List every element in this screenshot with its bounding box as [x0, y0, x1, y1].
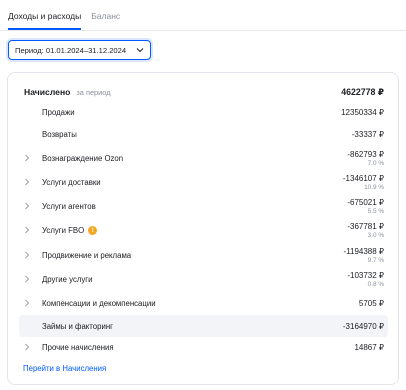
- chevron-right-icon[interactable]: [24, 154, 34, 162]
- accrual-row-text: Продажи: [42, 107, 75, 117]
- accrual-percent: 9.7 %: [367, 256, 384, 264]
- accrual-amount: -367781 ₽: [347, 221, 384, 231]
- accrual-row[interactable]: Продвижение и реклама -1194388 ₽9.7 %: [19, 244, 388, 266]
- accrual-percent: 5.5 %: [367, 207, 384, 215]
- chevron-right-icon[interactable]: [24, 275, 34, 283]
- accrual-row-values: -1194388 ₽9.7 %: [343, 247, 384, 264]
- accrual-row[interactable]: Компенсации и декомпенсации 5705 ₽: [19, 292, 388, 314]
- accrual-row-text: Другие услуги: [42, 274, 93, 284]
- accrual-row: Возвраты -33337 ₽: [19, 123, 388, 145]
- accrual-row-values: -1346107 ₽10.9 %: [343, 174, 384, 191]
- accrual-percent: 7.0 %: [367, 159, 384, 167]
- accrual-row[interactable]: Вознаграждение Ozon -862793 ₽7.0 %: [19, 147, 388, 169]
- accrual-row-text: Займы и факторинг: [42, 321, 113, 331]
- go-to-accruals-link[interactable]: Перейти в Начисления: [23, 364, 106, 373]
- tab-income-expenses[interactable]: Доходы и расходы: [8, 11, 82, 30]
- accrual-amount: -1194388 ₽: [343, 246, 384, 256]
- chevron-right-icon[interactable]: [24, 343, 34, 351]
- card-header: Начислено за период 4622778 ₽: [24, 85, 384, 99]
- accrual-row-label: Вознаграждение Ozon: [42, 154, 123, 163]
- tabs: Доходы и расходы Баланс: [8, 11, 120, 30]
- accrual-amount: -1346107 ₽: [342, 173, 384, 183]
- accrual-row-values: 14867 ₽: [354, 343, 384, 352]
- accrual-row-text: Вознаграждение Ozon: [42, 153, 124, 163]
- accrual-row-values: -3164970 ₽: [343, 322, 384, 331]
- accrual-row-text: Услуги агентов: [42, 201, 96, 211]
- warning-icon[interactable]: !: [88, 225, 98, 235]
- accrual-row-values: 12350334 ₽: [341, 108, 384, 117]
- card-title: Начислено: [24, 87, 71, 97]
- accrual-row[interactable]: Другие услуги -103732 ₽0.8 %: [19, 268, 388, 290]
- tabs-divider: [0, 30, 406, 31]
- accrual-amount: 12350334 ₽: [341, 107, 384, 117]
- accrual-percent: 3.0 %: [367, 231, 384, 239]
- accrual-row-values: -862793 ₽7.0 %: [347, 150, 384, 167]
- card-subtitle: за период: [76, 87, 111, 97]
- accrual-row: Продажи 12350334 ₽: [19, 101, 388, 123]
- accrual-row-label: Займы и факторинг: [42, 322, 113, 331]
- chevron-right-icon[interactable]: [24, 178, 34, 186]
- chevron-down-icon: [136, 46, 144, 54]
- accrual-row-label: Прочие начисления: [42, 343, 114, 352]
- accrual-amount: -862793 ₽: [347, 149, 384, 159]
- chevron-right-icon[interactable]: [24, 299, 34, 307]
- accrual-row[interactable]: Услуги агентов -675021 ₽5.5 %: [19, 195, 388, 217]
- accrual-row[interactable]: Прочие начисления 14867 ₽: [19, 336, 388, 358]
- accrual-row[interactable]: Услуги FBO! -367781 ₽3.0 %: [19, 219, 388, 241]
- accrual-row-text: Услуги доставки: [42, 177, 101, 187]
- accrual-percent: 0.8 %: [367, 280, 384, 288]
- accrual-row-text: Услуги FBO: [42, 225, 85, 235]
- accrual-row[interactable]: Услуги доставки -1346107 ₽10.9 %: [19, 171, 388, 193]
- accrual-amount: 5705 ₽: [358, 298, 384, 308]
- accrual-row-values: -367781 ₽3.0 %: [347, 222, 384, 239]
- chevron-right-icon[interactable]: [24, 251, 34, 259]
- accrual-row-text: Прочие начисления: [42, 342, 114, 352]
- chevron-right-icon[interactable]: [24, 226, 34, 234]
- accrual-row-label: Компенсации и декомпенсации: [42, 299, 156, 308]
- period-select[interactable]: Период: 01.01.2024–31.12.2024: [8, 40, 151, 60]
- chevron-right-icon[interactable]: [24, 202, 34, 210]
- accrual-row-label: Услуги FBO!: [42, 225, 98, 235]
- accrual-row-text: Возвраты: [42, 129, 77, 139]
- accrual-row-values: -675021 ₽5.5 %: [347, 198, 384, 215]
- period-label: Период: 01.01.2024–31.12.2024: [15, 45, 127, 55]
- accrual-row-values: -103732 ₽0.8 %: [347, 271, 384, 288]
- accrual-amount: 14867 ₽: [354, 342, 384, 352]
- accrual-row-label: Продажи: [42, 108, 75, 117]
- accrual-row-values: 5705 ₽: [359, 299, 384, 308]
- accrual-amount: -3164970 ₽: [342, 321, 384, 331]
- accrual-amount: -103732 ₽: [347, 270, 384, 280]
- accrual-amount: -33337 ₽: [351, 129, 384, 139]
- accrual-row-label: Другие услуги: [42, 275, 93, 284]
- accrual-row-label: Услуги доставки: [42, 178, 101, 187]
- accrual-row-values: -33337 ₽: [352, 130, 384, 139]
- accrual-row: Займы и факторинг -3164970 ₽: [19, 315, 388, 337]
- accrual-amount: -675021 ₽: [347, 197, 384, 207]
- accrual-row-label: Продвижение и реклама: [42, 251, 131, 260]
- accrual-row-text: Продвижение и реклама: [42, 250, 132, 260]
- tab-balance[interactable]: Баланс: [91, 11, 120, 30]
- card-total: 4622778 ₽: [341, 86, 384, 97]
- accruals-card: Начислено за период 4622778 ₽ Продажи 123…: [7, 72, 399, 385]
- accrual-row-label: Возвраты: [42, 130, 77, 139]
- accrual-row-label: Услуги агентов: [42, 202, 96, 211]
- accrual-row-text: Компенсации и декомпенсации: [42, 298, 156, 308]
- accrual-percent: 10.9 %: [364, 183, 384, 191]
